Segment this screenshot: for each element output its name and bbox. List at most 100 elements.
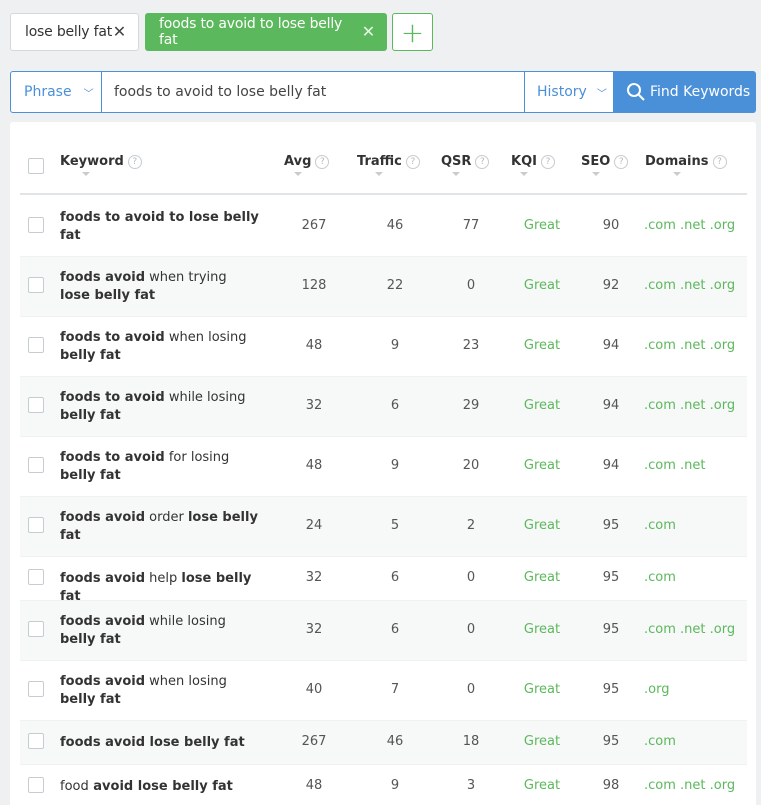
keyword-cell[interactable]: foods avoid when losing belly fat — [60, 673, 260, 709]
keyword-cell[interactable]: foods to avoid when losing belly fat — [60, 329, 260, 365]
seo-cell: 92 — [602, 278, 620, 293]
keyword-match-text: foods to avoid — [60, 330, 165, 345]
tab-label: foods to avoid to lose belly fat — [159, 16, 343, 48]
table-row[interactable]: foods avoid help lose belly fat 32 6 0 Great… — [20, 557, 747, 604]
sort-icon — [375, 172, 384, 176]
history-dropdown[interactable]: History ﹀ — [524, 71, 614, 113]
seo-cell: 90 — [602, 218, 620, 233]
search-input[interactable] — [102, 71, 524, 113]
keyword-match-text: foods to avoid to lose belly fat — [60, 210, 259, 243]
close-icon[interactable]: ✕ — [113, 24, 126, 40]
keyword-match-text: foods avoid — [60, 270, 146, 285]
keyword-cell[interactable]: foods avoid while losing belly fat — [60, 613, 260, 649]
keyword-match-text: foods avoid lose belly fat — [60, 735, 245, 750]
help-icon[interactable]: ? — [540, 154, 555, 169]
col-traffic[interactable]: Traffic? — [357, 154, 420, 176]
seo-cell: 95 — [602, 734, 620, 749]
table-row[interactable]: foods avoid lose belly fat 267 46 18 Great 95… — [20, 721, 747, 765]
help-icon[interactable]: ? — [127, 154, 142, 169]
tab-label: lose belly fat — [25, 24, 113, 40]
col-label: KQI — [511, 154, 537, 169]
help-icon[interactable]: ? — [614, 154, 629, 169]
col-domains[interactable]: Domains? — [645, 154, 727, 176]
tab-lose-belly-fat[interactable]: lose belly fat ✕ — [10, 13, 139, 51]
row-checkbox[interactable] — [28, 217, 44, 233]
seo-cell: 94 — [602, 338, 620, 353]
kqi-cell: Great — [523, 622, 561, 637]
phrase-label: Phrase — [24, 84, 72, 100]
tab-foods-to-avoid[interactable]: foods to avoid to lose belly fat ✕ — [145, 13, 387, 51]
keyword-cell[interactable]: foods to avoid to lose belly fat — [60, 209, 260, 245]
col-label: Traffic — [357, 154, 402, 169]
select-all-checkbox[interactable] — [28, 158, 44, 174]
table-row[interactable]: foods to avoid when losing belly fat 48 9 2… — [20, 317, 747, 377]
help-icon[interactable]: ? — [475, 154, 490, 169]
row-checkbox[interactable] — [28, 337, 44, 353]
keyword-cell[interactable]: foods to avoid for losing belly fat — [60, 449, 260, 485]
keyword-match-text: foods avoid — [60, 674, 146, 689]
traffic-cell: 9 — [390, 458, 400, 473]
domains-cell: .org — [644, 682, 670, 697]
kqi-cell: Great — [523, 338, 561, 353]
row-checkbox[interactable] — [28, 457, 44, 473]
kqi-cell: Great — [523, 278, 561, 293]
avg-cell: 267 — [301, 218, 327, 233]
sort-icon — [81, 172, 90, 176]
traffic-cell: 22 — [386, 278, 404, 293]
phrase-dropdown[interactable]: Phrase ﹀ — [10, 71, 102, 113]
col-qsr[interactable]: QSR? — [441, 154, 490, 176]
domains-cell: .com — [644, 518, 676, 533]
row-checkbox[interactable] — [28, 681, 44, 697]
row-checkbox[interactable] — [28, 277, 44, 293]
keyword-cell[interactable]: foods to avoid while losing belly fat — [60, 389, 260, 425]
avg-cell: 267 — [301, 734, 327, 749]
row-checkbox[interactable] — [28, 621, 44, 637]
kqi-cell: Great — [523, 778, 561, 793]
add-tab-button[interactable]: + — [392, 13, 433, 51]
col-avg[interactable]: Avg? — [284, 154, 330, 176]
plus-icon: + — [400, 15, 425, 49]
help-icon[interactable]: ? — [712, 154, 727, 169]
table-row[interactable]: foods avoid when losing belly fat 40 7 0 Gre… — [20, 661, 747, 721]
domains-cell: .com .net .org — [644, 278, 736, 293]
domains-cell: .com .net .org — [644, 218, 736, 233]
row-checkbox[interactable] — [28, 569, 44, 585]
table-row[interactable]: foods to avoid while losing belly fat 32 6… — [20, 377, 747, 437]
row-checkbox[interactable] — [28, 397, 44, 413]
keyword-cell[interactable]: foods avoid when trying lose belly fat — [60, 269, 260, 305]
keyword-text: when trying — [145, 270, 227, 285]
kqi-cell: Great — [523, 734, 561, 749]
traffic-cell: 6 — [390, 570, 400, 585]
seo-cell: 98 — [602, 778, 620, 793]
col-kqi[interactable]: KQI? — [511, 154, 555, 176]
help-icon[interactable]: ? — [315, 154, 330, 169]
help-icon[interactable]: ? — [405, 154, 420, 169]
table-row[interactable]: foods to avoid for losing belly fat 48 9 20… — [20, 437, 747, 497]
search-icon — [627, 83, 645, 101]
keyword-match-text: avoid lose belly fat — [88, 779, 233, 794]
col-label: SEO — [581, 154, 611, 169]
table-row[interactable]: foods avoid order lose belly fat 24 5 2 Grea… — [20, 497, 747, 557]
keyword-match-text: belly fat — [60, 348, 121, 363]
col-keyword[interactable]: Keyword? — [60, 154, 142, 176]
find-keywords-button[interactable]: Find Keywords — [614, 71, 756, 113]
domains-cell: .com .net .org — [644, 778, 736, 793]
avg-cell: 32 — [305, 398, 323, 413]
keyword-cell[interactable]: foods avoid order lose belly fat — [60, 509, 260, 545]
row-checkbox[interactable] — [28, 733, 44, 749]
keyword-cell[interactable]: food avoid lose belly fat — [60, 778, 260, 796]
keyword-match-text: belly fat — [60, 692, 121, 707]
traffic-cell: 7 — [390, 682, 400, 697]
table-row[interactable]: food avoid lose belly fat 48 9 3 Great 98 .com… — [20, 765, 747, 805]
keyword-cell[interactable]: foods avoid lose belly fat — [60, 734, 260, 752]
col-seo[interactable]: SEO? — [581, 154, 629, 176]
table-row[interactable]: foods to avoid to lose belly fat 267 46 77 G… — [20, 197, 747, 257]
kqi-cell: Great — [523, 398, 561, 413]
avg-cell: 48 — [305, 458, 323, 473]
table-row[interactable]: foods avoid when trying lose belly fat 12… — [20, 257, 747, 317]
row-checkbox[interactable] — [28, 777, 44, 793]
qsr-cell: 0 — [466, 278, 476, 293]
close-icon[interactable]: ✕ — [362, 24, 375, 40]
table-row[interactable]: foods avoid while losing belly fat 32 6 0 Gr… — [20, 601, 747, 661]
row-checkbox[interactable] — [28, 517, 44, 533]
